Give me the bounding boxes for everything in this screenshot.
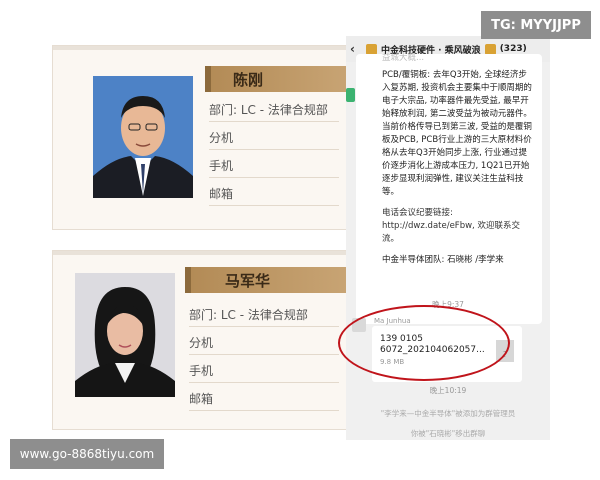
system-notice: 你被"石晓彬"移出群聊 xyxy=(410,429,486,438)
card-divider xyxy=(53,251,346,255)
side-tab[interactable] xyxy=(346,88,355,102)
name-banner: 陈刚 xyxy=(205,66,348,92)
watermark-bottom: www.go-8868tiyu.com xyxy=(10,439,164,469)
watermark-top: TG: MYYJJPP xyxy=(481,11,591,39)
email-field: 邮箱 xyxy=(189,387,339,411)
directory-card-chen-gang: 陈刚 部门: LC - 法律合规部 分机 手机 邮箱 xyxy=(52,45,348,230)
directory-card-ma-junhua: 马军华 部门: LC - 法律合规部 分机 手机 邮箱 xyxy=(52,250,348,430)
mobile-field: 手机 xyxy=(189,359,339,383)
system-notice: "李学来—中金半导体"被添加为群管理员 xyxy=(380,409,516,418)
banner-cap xyxy=(205,66,211,92)
mobile-field: 手机 xyxy=(209,154,339,178)
profile-photo xyxy=(75,273,175,397)
extension-field: 分机 xyxy=(189,331,339,355)
card-divider xyxy=(53,46,346,50)
message-bubble: 益城大概... PCB/覆铜板: 去年Q3开始, 全球经济步入复苏期, 投资机会… xyxy=(356,53,542,324)
email-field: 邮箱 xyxy=(209,182,339,206)
extension-field: 分机 xyxy=(209,126,339,150)
message-signature: 中金半导体团队: 石晓彬 /李学来 xyxy=(382,255,504,265)
banner-cap xyxy=(185,267,191,293)
man-portrait-icon xyxy=(93,76,193,198)
highlight-circle xyxy=(338,305,510,381)
employee-name: 陈刚 xyxy=(233,70,264,89)
message-paragraph: PCB/覆铜板: 去年Q3开始, 全球经济步入复苏期, 投资机会主要集中于顺周期… xyxy=(382,70,532,197)
timestamp: 晚上10:19 xyxy=(429,386,467,395)
message-link-paragraph[interactable]: 电话会议纪要链接: http://dwz.date/eFbw, 欢迎联系交流。 xyxy=(382,207,534,246)
name-banner: 马军华 xyxy=(185,267,348,293)
department-field: 部门: LC - 法律合规部 xyxy=(209,98,339,122)
employee-name: 马军华 xyxy=(225,271,271,290)
truncated-line: 益城大概... xyxy=(382,53,425,63)
group-emoji-icon xyxy=(366,43,377,55)
woman-portrait-icon xyxy=(75,273,175,397)
profile-photo xyxy=(93,76,193,198)
department-field: 部门: LC - 法律合规部 xyxy=(189,303,339,327)
